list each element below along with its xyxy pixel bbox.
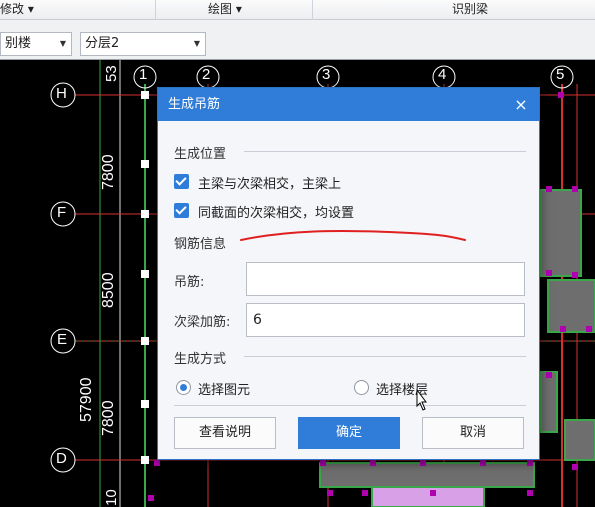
radio-select-element[interactable]: 选择图元 [176,379,296,398]
red-annotation-stroke [240,229,466,241]
ribbon-draw-group[interactable]: 绘图 ▾ [208,0,268,20]
magenta-node [327,490,333,496]
checkbox-main-secondary[interactable]: 主梁与次梁相交，主梁上 [174,173,434,192]
dimension-label-8500: 8500 [100,272,117,308]
cancel-button[interactable]: 取消 [422,417,524,449]
beam-element [319,462,535,488]
node-marker [141,91,149,99]
axis-label-3: 3 [322,66,331,83]
secondary-rebar-input[interactable]: 6 [246,303,525,337]
magenta-node [430,490,436,496]
checkbox-label: 主梁与次梁相交，主梁上 [198,177,342,192]
generate-hanger-dialog: 生成吊筋 × 生成位置 主梁与次梁相交，主梁上 同截面的次梁相交，均设置 钢筋信… [157,87,540,460]
axis-label-4: 4 [438,66,447,83]
position-section-title: 生成位置 [174,147,227,162]
section-divider [244,356,526,357]
node-marker [141,210,149,218]
dimension-label-7800-b: 7800 [100,400,117,436]
axis-label-h: H [56,85,67,102]
ribbon-divider [155,0,156,20]
magenta-node [320,460,326,466]
dimension-label-7800-a: 7800 [100,154,117,190]
mouse-cursor-icon [416,388,427,411]
dimension-label-total: 57900 [78,377,95,423]
checkbox-same-section[interactable]: 同截面的次梁相交，均设置 [174,202,434,221]
rebar-section-title: 钢筋信息 [174,237,227,252]
beam-element [540,189,582,277]
secondary-rebar-label: 次梁加筋: [174,315,231,330]
magenta-node [148,495,154,501]
hanger-label: 吊筋: [174,275,205,290]
magenta-node [546,270,552,276]
ribbon-modify-group[interactable]: 修改 ▾ [0,0,60,20]
radio-selected-icon[interactable] [176,380,191,395]
beam-element [547,279,595,333]
magenta-node [546,372,552,378]
floor-select[interactable]: 别楼 ▼ [0,32,72,56]
dimension-label-bottom: 10 [103,489,120,506]
chevron-down-icon: ▼ [59,39,66,48]
magenta-node [586,326,592,332]
dimension-label-top: 53 [103,65,120,82]
ribbon-divider [312,0,313,20]
slab-element [371,486,485,507]
magenta-node [572,464,578,470]
close-icon[interactable]: × [513,88,529,121]
magenta-node [154,460,160,466]
node-marker [141,400,149,408]
view-help-button[interactable]: 查看说明 [174,417,276,449]
axis-label-2: 2 [202,66,211,83]
method-section-title: 生成方式 [174,352,227,367]
node-marker [141,160,149,168]
magenta-node [370,460,376,466]
node-marker [141,456,149,464]
magenta-node [572,186,578,192]
magenta-node [546,186,552,192]
magenta-node [527,460,533,466]
node-marker [141,270,149,278]
layer-select-value: 分层2 [85,36,120,51]
magenta-node [558,92,564,98]
dialog-title: 生成吊筋 [168,97,221,112]
beam-element [564,419,595,461]
checkbox-checked-icon[interactable] [174,203,189,218]
radio-unselected-icon[interactable] [354,380,369,395]
axis-label-1: 1 [139,66,148,83]
magenta-node [362,490,368,496]
axis-label-e: E [57,331,68,348]
ribbon: 修改 ▾ 绘图 ▾ 识别梁 [0,0,595,20]
radio-label: 选择图元 [198,383,251,398]
magenta-node [480,460,486,466]
dialog-titlebar[interactable]: 生成吊筋 × [158,88,539,121]
section-divider [174,405,526,406]
node-marker [141,337,149,345]
checkbox-label: 同截面的次梁相交，均设置 [198,206,355,221]
magenta-node [420,460,426,466]
magenta-node [572,272,578,278]
magenta-node [560,326,566,332]
checkbox-checked-icon[interactable] [174,174,189,189]
magenta-node [527,490,533,496]
beam-element [540,371,558,433]
floor-select-value: 别楼 [5,36,32,51]
ok-button[interactable]: 确定 [298,417,400,449]
axis-label-5: 5 [556,66,565,83]
axis-label-d: D [56,450,67,467]
axis-label-f: F [57,204,67,221]
section-divider [244,151,526,152]
toolbar: 别楼 ▼ 分层2 ▼ [0,20,595,60]
ribbon-identify-beam-group[interactable]: 识别梁 [452,0,522,20]
chevron-down-icon: ▼ [193,39,200,48]
layer-select[interactable]: 分层2 ▼ [80,32,206,56]
hanger-input[interactable] [246,262,525,296]
